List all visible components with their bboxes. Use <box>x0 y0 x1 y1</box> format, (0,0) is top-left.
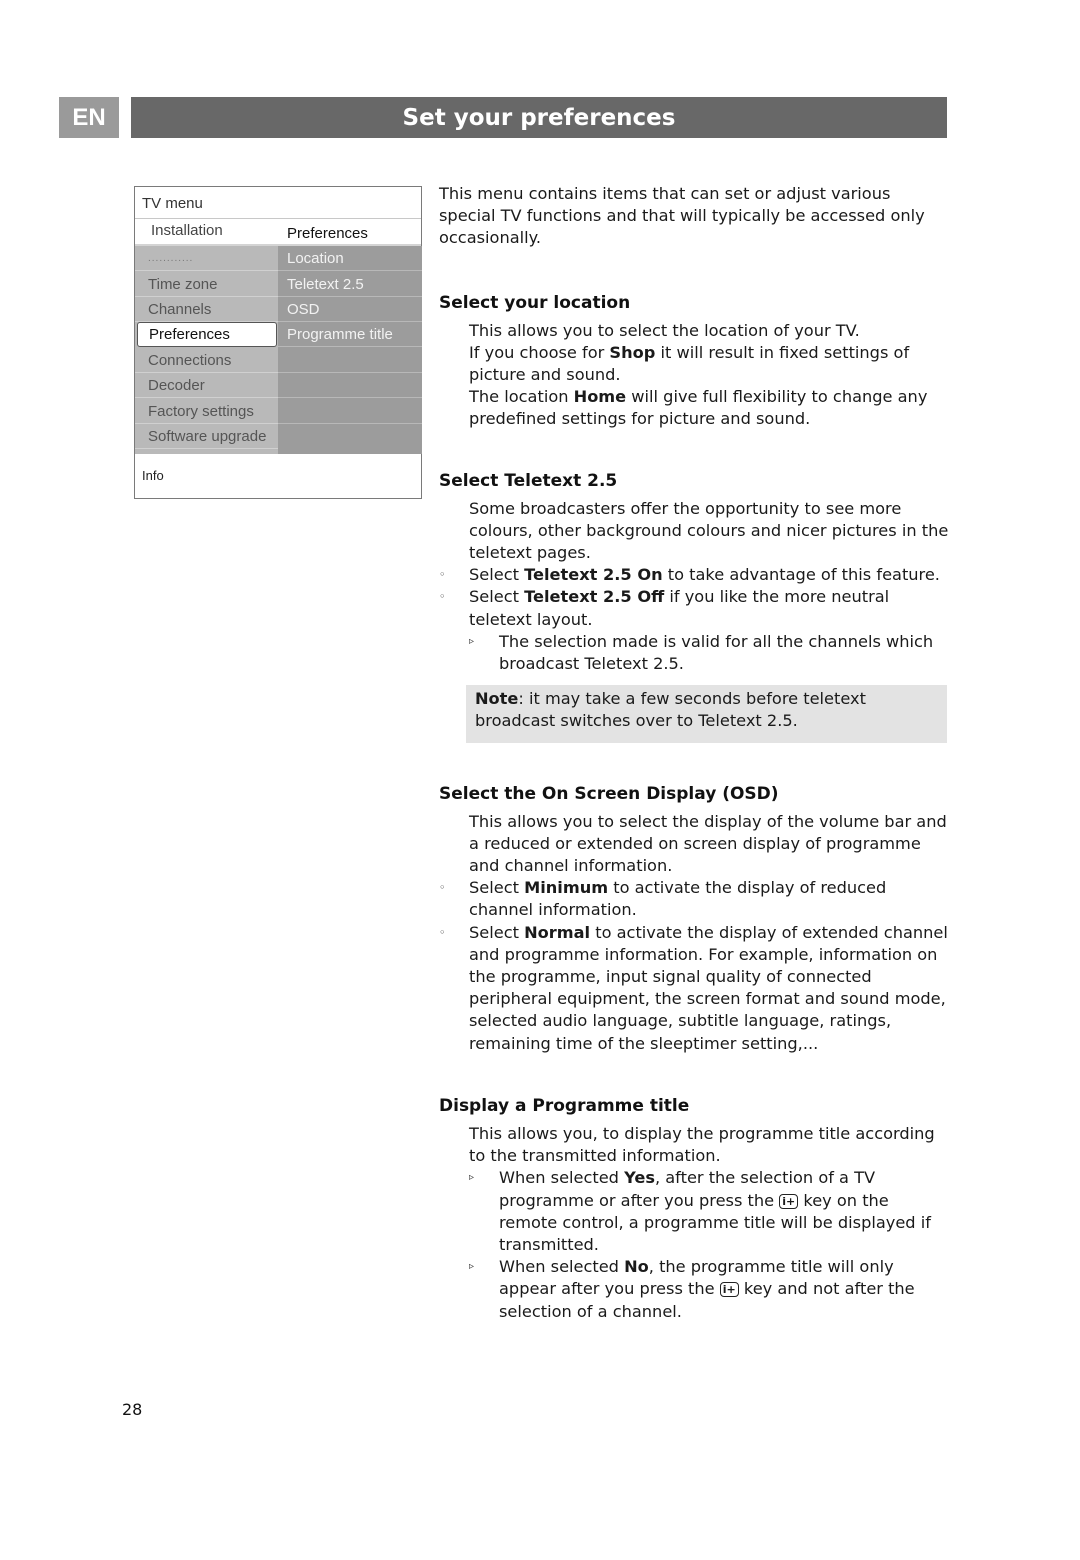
bold-term-home: Home <box>573 387 627 407</box>
tv-submenu-empty <box>278 348 422 373</box>
main-content: This menu contains items that can set or… <box>439 183 949 1323</box>
text: If you choose for <box>469 342 610 362</box>
triangle-marker-icon: ▹ <box>469 635 475 647</box>
bullet-icon: ◦ <box>439 881 446 895</box>
heading-select-location: Select your location <box>439 292 631 313</box>
note-text: : it may take a few seconds before telet… <box>475 689 866 731</box>
tv-menu-info: Info <box>142 468 164 483</box>
programme-title-yes: ▹ When selected Yes, after the selection … <box>439 1167 949 1256</box>
bullet-icon: ◦ <box>439 590 446 604</box>
heading-programme-title: Display a Programme title <box>439 1095 690 1116</box>
tv-menu-item-preferences-selected: Preferences <box>137 322 277 347</box>
bold-term-shop: Shop <box>609 342 656 362</box>
bold-term: Minimum <box>524 878 609 898</box>
osd-bullet-minimum: ◦ Select Minimum to activate the display … <box>439 877 949 921</box>
osd-bullet-normal: ◦ Select Normal to activate the display o… <box>439 922 949 1055</box>
teletext-body: Some broadcasters offer the opportunity … <box>469 498 949 563</box>
note-label: Note <box>475 689 519 709</box>
teletext-bullet-on: ◦ Select Teletext 2.5 On to take advantag… <box>439 564 949 586</box>
tv-submenu-item-location: Location <box>278 246 422 271</box>
tv-submenu-empty <box>278 373 422 398</box>
intro-paragraph: This menu contains items that can set or… <box>439 184 925 248</box>
tv-menu-item-software-upgrade: Software upgrade <box>135 424 278 449</box>
tv-submenu-item-osd: OSD <box>278 297 422 322</box>
bullet-icon: ◦ <box>439 568 446 582</box>
page-number: 28 <box>122 1400 143 1419</box>
bullet-icon: ◦ <box>439 925 446 939</box>
bold-term: No <box>624 1257 649 1277</box>
tv-submenu-item-teletext: Teletext 2.5 <box>278 272 422 297</box>
tv-menu-item-factory-settings: Factory settings <box>135 399 278 424</box>
note-box: Note: it may take a few seconds before t… <box>466 685 947 743</box>
bold-term: Teletext 2.5 Off <box>524 587 665 607</box>
text: When selected <box>499 1168 625 1188</box>
teletext-subnote: ▹ The selection made is valid for all the… <box>439 631 949 675</box>
tv-menu-item-connections: Connections <box>135 348 278 373</box>
bold-term: Normal <box>524 922 591 942</box>
text: to take advantage of this feature. <box>662 565 940 585</box>
text: to activate the display of extended chan… <box>469 922 948 1053</box>
tv-menu-illustration: TV menu Installation Preferences .......… <box>134 186 422 499</box>
text: When selected <box>499 1257 625 1277</box>
tv-menu-item-ellipsis: ............ <box>135 246 278 271</box>
tv-menu-breadcrumb-preferences: Preferences <box>287 225 368 242</box>
tv-submenu-empty <box>278 399 422 424</box>
heading-select-teletext: Select Teletext 2.5 <box>439 470 618 491</box>
osd-body: This allows you to select the display of… <box>469 811 947 876</box>
language-tab: EN <box>59 97 119 138</box>
heading-select-osd: Select the On Screen Display (OSD) <box>439 783 779 804</box>
tv-menu-item-decoder: Decoder <box>135 373 278 398</box>
location-line3: The location Home will give full flexibi… <box>439 386 949 430</box>
text: Select <box>469 587 525 607</box>
text: The selection made is valid for all the … <box>499 631 934 674</box>
triangle-marker-icon: ▹ <box>469 1172 475 1184</box>
bold-term: Yes <box>624 1168 655 1188</box>
text: Select <box>469 922 525 942</box>
location-line1: This allows you to select the location o… <box>469 320 860 340</box>
programme-title-body: This allows you, to display the programm… <box>469 1123 935 1166</box>
tv-menu-item-time-zone: Time zone <box>135 272 278 297</box>
tv-menu-title: TV menu <box>142 195 203 212</box>
divider <box>135 218 421 219</box>
info-plus-key-icon: i+ <box>779 1193 799 1209</box>
info-plus-key-icon: i+ <box>719 1282 739 1298</box>
tv-menu-item-channels: Channels <box>135 297 278 322</box>
bold-term: Teletext 2.5 On <box>524 565 663 585</box>
page-title: Set your preferences <box>131 97 947 138</box>
tv-menu-breadcrumb-installation: Installation <box>151 222 223 239</box>
text: Select <box>469 878 525 898</box>
programme-title-no: ▹ When selected No, the programme title w… <box>439 1256 949 1323</box>
tv-submenu-item-programme-title: Programme title <box>278 322 422 347</box>
triangle-marker-icon: ▹ <box>469 1261 475 1273</box>
location-line2: If you choose for Shop it will result in… <box>439 342 949 386</box>
text: Select <box>469 565 525 585</box>
teletext-bullet-off: ◦ Select Teletext 2.5 Off if you like the… <box>439 586 949 630</box>
text: The location <box>469 387 574 407</box>
